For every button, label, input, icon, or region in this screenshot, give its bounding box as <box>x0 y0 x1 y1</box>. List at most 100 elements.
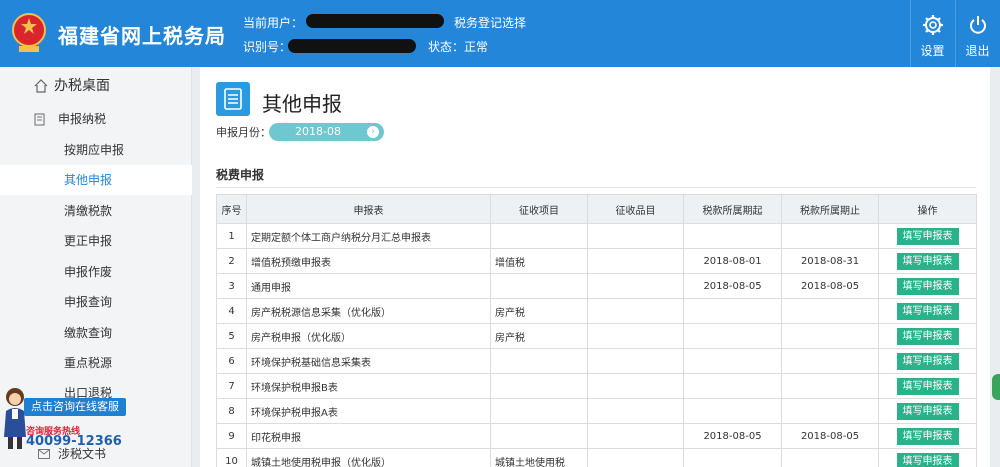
site-title: 福建省网上税务局 <box>58 24 226 48</box>
cell-category <box>587 348 684 374</box>
online-service-link[interactable]: 点击咨询在线客服 <box>24 398 126 416</box>
table-row: 7 环境保护税申报B表 填写申报表 <box>216 373 977 399</box>
cell-action: 填写申报表 <box>878 448 977 467</box>
month-label: 申报月份： <box>216 126 271 139</box>
sidebar-item-tax-payment[interactable]: 清缴税款 <box>0 196 192 226</box>
sidebar-item-periodic-filing[interactable]: 按期应申报 <box>0 135 192 165</box>
sidebar-item-filing[interactable]: 申报纳税 <box>0 104 192 134</box>
id-label: 识别号： <box>243 40 292 54</box>
cell-action: 填写申报表 <box>878 323 977 349</box>
cell-action: 填写申报表 <box>878 398 977 424</box>
chevron-right-icon: › <box>367 126 379 138</box>
cell-category <box>587 223 684 249</box>
fill-form-button[interactable]: 填写申报表 <box>896 277 959 295</box>
sidebar-item-label: 办税桌面 <box>54 78 110 94</box>
table-row: 3 通用申报 2018-08-05 2018-08-05 填写申报表 <box>216 273 977 299</box>
section-divider <box>216 187 976 188</box>
fill-form-button[interactable]: 填写申报表 <box>896 427 959 445</box>
list-document-icon <box>224 88 242 110</box>
fill-form-button[interactable]: 填写申报表 <box>896 377 959 395</box>
consult-widget[interactable]: 点击咨询在线客服 咨询服务热线 40099-12366 <box>0 383 130 467</box>
sidebar-item-correction[interactable]: 更正申报 <box>0 226 192 256</box>
sidebar-item-label: 清缴税款 <box>64 204 113 218</box>
settings-button[interactable]: 设置 <box>910 0 954 67</box>
column-header: 操作 <box>878 194 977 224</box>
column-header: 税款所属期止 <box>781 194 879 224</box>
cell-category <box>587 273 684 299</box>
gear-icon <box>923 15 943 35</box>
cell-form: 城镇土地使用税申报（优化版） <box>246 448 491 467</box>
current-user-label: 当前用户： <box>243 16 304 30</box>
table-row: 1 定期定额个体工商户纳税分月汇总申报表 填写申报表 <box>216 223 977 249</box>
fill-form-button[interactable]: 填写申报表 <box>896 302 959 320</box>
month-selector[interactable]: 2018-08 › <box>269 123 384 141</box>
sidebar-item-void[interactable]: 申报作废 <box>0 257 192 287</box>
cell-period-end <box>781 448 879 467</box>
cell-form: 环境保护税申报A表 <box>246 398 491 424</box>
cell-index: 5 <box>216 323 247 349</box>
cell-period-start <box>683 298 782 324</box>
fill-form-button[interactable]: 填写申报表 <box>896 227 959 245</box>
fill-form-button[interactable]: 填写申报表 <box>896 402 959 420</box>
cell-item: 房产税 <box>490 298 588 324</box>
table-row: 9 印花税申报 2018-08-05 2018-08-05 填写申报表 <box>216 423 977 449</box>
cell-action: 填写申报表 <box>878 248 977 274</box>
status-label: 状态：正常 <box>428 40 489 54</box>
cell-index: 2 <box>216 248 247 274</box>
cell-action: 填写申报表 <box>878 298 977 324</box>
fill-form-button[interactable]: 填写申报表 <box>896 327 959 345</box>
fill-form-button[interactable]: 填写申报表 <box>896 252 959 270</box>
cell-index: 6 <box>216 348 247 374</box>
sidebar-item-label: 更正申报 <box>64 234 113 248</box>
column-header: 序号 <box>216 194 247 224</box>
column-header: 征收品目 <box>587 194 684 224</box>
sidebar-item-desk[interactable]: 办税桌面 <box>0 71 192 101</box>
cell-period-start: 2018-08-05 <box>683 273 782 299</box>
sidebar-item-other-filing[interactable]: 其他申报 <box>0 165 192 195</box>
cell-form: 定期定额个体工商户纳税分月汇总申报表 <box>246 223 491 249</box>
redacted-username <box>306 14 444 28</box>
cell-category <box>587 448 684 467</box>
fill-form-button[interactable]: 填写申报表 <box>896 352 959 370</box>
redacted-id <box>288 39 416 53</box>
cell-action: 填写申报表 <box>878 373 977 399</box>
sidebar-item-label: 按期应申报 <box>64 143 125 157</box>
cell-item <box>490 423 588 449</box>
logout-button[interactable]: 退出 <box>955 0 999 67</box>
table-row: 8 环境保护税申报A表 填写申报表 <box>216 398 977 424</box>
cell-index: 10 <box>216 448 247 467</box>
tax-registration-link[interactable]: 税务登记选择 <box>454 14 526 31</box>
sidebar-item-label: 重点税源 <box>64 356 113 370</box>
cell-item <box>490 373 588 399</box>
cell-item <box>490 398 588 424</box>
sidebar-item-key-tax-source[interactable]: 重点税源 <box>0 348 192 378</box>
table-row: 10 城镇土地使用税申报（优化版） 城镇土地使用税 填写申报表 <box>216 448 977 467</box>
table-row: 2 增值税预缴申报表 增值税 2018-08-01 2018-08-31 填写申… <box>216 248 977 274</box>
floating-side-tab[interactable] <box>992 374 1000 400</box>
settings-label: 设置 <box>920 44 945 58</box>
cell-period-start <box>683 448 782 467</box>
cell-action: 填写申报表 <box>878 273 977 299</box>
main-panel: 其他申报 申报月份： 2018-08 › 税费申报 序号 申报表 征收项目 征收… <box>200 67 990 467</box>
sidebar-item-label: 申报纳税 <box>58 112 107 126</box>
cell-period-start <box>683 323 782 349</box>
cell-action: 填写申报表 <box>878 348 977 374</box>
cell-action: 填写申报表 <box>878 423 977 449</box>
cell-period-end <box>781 373 879 399</box>
power-icon <box>970 16 986 34</box>
sidebar-item-filing-query[interactable]: 申报查询 <box>0 287 192 317</box>
sidebar-item-payment-query[interactable]: 缴款查询 <box>0 318 192 348</box>
cell-action: 填写申报表 <box>878 223 977 249</box>
cell-period-start <box>683 373 782 399</box>
cell-item: 城镇土地使用税 <box>490 448 588 467</box>
cell-period-end <box>781 398 879 424</box>
cell-category <box>587 248 684 274</box>
cell-item: 增值税 <box>490 248 588 274</box>
document-icon <box>34 113 45 126</box>
cell-item <box>490 223 588 249</box>
logout-label: 退出 <box>965 44 990 58</box>
sidebar-item-label: 其他申报 <box>64 173 113 187</box>
fill-form-button[interactable]: 填写申报表 <box>896 452 959 467</box>
cell-category <box>587 373 684 399</box>
cell-category <box>587 398 684 424</box>
